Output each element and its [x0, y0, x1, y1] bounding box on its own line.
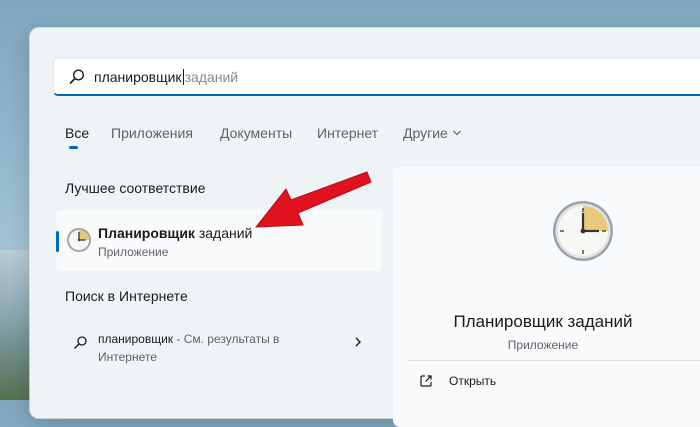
preview-app-type: Приложение [507, 338, 579, 352]
tab-other[interactable]: Другие [403, 125, 462, 141]
search-query[interactable]: планировщик заданий [94, 69, 238, 85]
active-tab-indicator [69, 146, 78, 149]
chevron-down-icon [452, 130, 461, 136]
search-icon [69, 69, 85, 84]
web-search-result[interactable]: планировщик - См. результаты в Интернете [56, 318, 382, 368]
best-match-heading: Лучшее соответствие [65, 180, 206, 196]
best-match-result[interactable]: Планировщик заданий Приложение [56, 210, 382, 271]
open-external-icon [420, 375, 432, 387]
web-hint: - См. результаты в [173, 332, 280, 346]
search-panel: планировщик заданий Все Приложения Докуме… [30, 28, 700, 427]
search-autocomplete-text: заданий [184, 69, 239, 85]
best-match-name-bold: Планировщик [98, 225, 195, 241]
tab-internet[interactable]: Интернет [317, 125, 378, 141]
chevron-right-icon[interactable] [353, 336, 363, 348]
web-search-heading: Поиск в Интернете [65, 288, 188, 304]
tab-documents[interactable]: Документы [220, 125, 292, 141]
tab-other-label: Другие [403, 125, 448, 141]
search-input[interactable]: планировщик заданий [53, 58, 700, 96]
search-typed-text: планировщик [94, 69, 182, 85]
selection-indicator [56, 231, 59, 252]
text-caret [182, 69, 184, 85]
best-match-app-type: Приложение [98, 245, 169, 259]
tab-all[interactable]: Все [65, 125, 89, 141]
task-scheduler-clock-icon [67, 228, 91, 252]
tab-apps[interactable]: Приложения [111, 125, 193, 141]
best-match-app-name: Планировщик заданий [98, 225, 252, 241]
app-preview-pane: Планировщик заданий Приложение Открыть [393, 167, 700, 427]
preview-divider [408, 360, 700, 361]
web-search-text: планировщик - См. результаты в Интернете [98, 330, 308, 366]
best-match-name-rest: заданий [198, 225, 253, 241]
search-icon [74, 336, 87, 349]
web-query: планировщик [98, 332, 174, 346]
preview-app-name: Планировщик заданий [453, 312, 633, 331]
open-label: Открыть [449, 374, 497, 388]
web-hint-line2: Интернете [98, 350, 157, 364]
task-scheduler-clock-icon [553, 201, 613, 261]
